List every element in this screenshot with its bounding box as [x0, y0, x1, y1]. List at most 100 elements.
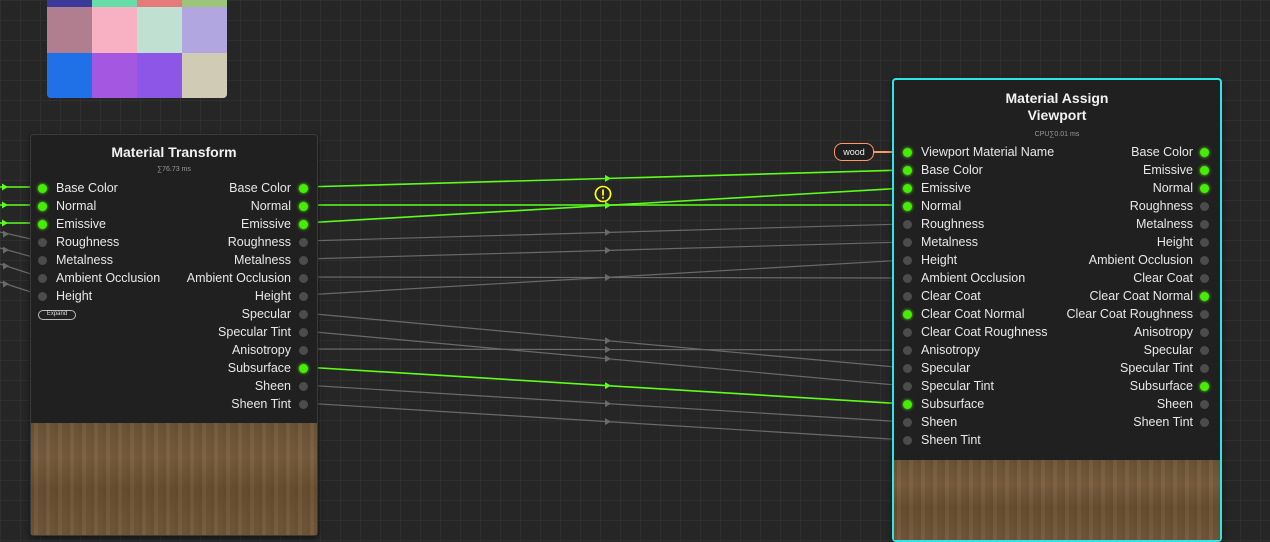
input-port-normal[interactable] [903, 202, 912, 211]
output-label-sheen-tint: Sheen Tint [231, 397, 291, 411]
input-port-roughness[interactable] [38, 238, 47, 247]
output-port-specular[interactable] [1200, 346, 1209, 355]
output-port-height[interactable] [1200, 238, 1209, 247]
input-port-metalness[interactable] [38, 256, 47, 265]
input-port-sheen-tint[interactable] [903, 436, 912, 445]
palette-swatch-7[interactable] [137, 7, 182, 53]
incoming-gray-arrow-2 [3, 246, 9, 254]
input-port-metalness[interactable] [903, 238, 912, 247]
wire-ambient-occlusion[interactable] [303, 276, 907, 279]
output-label-clear-coat-roughness: Clear Coat Roughness [1066, 307, 1193, 321]
output-port-ambient-occlusion[interactable] [299, 274, 308, 283]
output-label-normal: Normal [250, 199, 291, 213]
wire-specular-tint[interactable] [303, 330, 907, 387]
wire-anisotropy[interactable] [303, 348, 907, 351]
input-port-emissive[interactable] [38, 220, 47, 229]
input-label-clear-coat: Clear Coat [921, 289, 981, 303]
output-port-sheen-tint[interactable] [1200, 418, 1209, 427]
palette-swatch-1[interactable] [47, 0, 92, 7]
palette-swatch-2[interactable] [92, 0, 137, 7]
input-port-normal[interactable] [38, 202, 47, 211]
wood-material-name-tag[interactable]: wood [834, 143, 874, 161]
output-port-specular-tint[interactable] [299, 328, 308, 337]
material-assign-viewport-node[interactable]: Material Assign Viewport CPU∑0.01 ms Vie… [892, 78, 1222, 542]
output-port-height[interactable] [299, 292, 308, 301]
input-label-metalness: Metalness [921, 235, 978, 249]
input-port-clear-coat-roughness[interactable] [903, 328, 912, 337]
output-label-subsurface: Subsurface [227, 361, 291, 375]
expand-button[interactable]: Expand [38, 310, 76, 320]
output-port-normal[interactable] [1200, 184, 1209, 193]
wire-subsurface[interactable] [303, 366, 907, 405]
material-assign-title-line2: Viewport [1027, 107, 1087, 123]
input-port-specular-tint[interactable] [903, 382, 912, 391]
palette-swatch-10[interactable] [92, 53, 137, 98]
input-port-specular[interactable] [903, 364, 912, 373]
output-port-sheen[interactable] [1200, 400, 1209, 409]
input-port-height[interactable] [38, 292, 47, 301]
palette-swatch-4[interactable] [182, 0, 227, 7]
input-label-emissive: Emissive [921, 181, 972, 195]
input-port-base-color[interactable] [38, 184, 47, 193]
output-port-emissive[interactable] [299, 220, 308, 229]
output-port-clear-coat[interactable] [1200, 274, 1209, 283]
output-port-base-color[interactable] [1200, 148, 1209, 157]
wire-roughness[interactable] [303, 223, 907, 242]
output-port-subsurface[interactable] [299, 364, 308, 373]
input-port-base-color[interactable] [903, 166, 912, 175]
output-port-base-color[interactable] [299, 184, 308, 193]
input-port-sheen[interactable] [903, 418, 912, 427]
wire-sheen[interactable] [303, 384, 907, 423]
output-port-roughness[interactable] [1200, 202, 1209, 211]
wire-sheen-tint[interactable] [303, 402, 907, 441]
input-label-ambient-occlusion: Ambient Occlusion [921, 271, 1026, 285]
input-port-ambient-occlusion[interactable] [903, 274, 912, 283]
palette-swatch-8[interactable] [182, 7, 227, 53]
output-port-emissive[interactable] [1200, 166, 1209, 175]
palette-swatch-9[interactable] [47, 53, 92, 98]
output-label-emissive: Emissive [240, 217, 291, 231]
wire-height[interactable] [303, 259, 907, 296]
output-port-specular-tint[interactable] [1200, 364, 1209, 373]
output-port-sheen[interactable] [299, 382, 308, 391]
palette-swatch-5[interactable] [47, 7, 92, 53]
output-port-specular[interactable] [299, 310, 308, 319]
input-port-subsurface[interactable] [903, 400, 912, 409]
output-label-subsurface: Subsurface [1129, 379, 1193, 393]
palette-swatch-12[interactable] [182, 53, 227, 98]
color-palette-preview[interactable] [47, 0, 227, 98]
output-port-ambient-occlusion[interactable] [1200, 256, 1209, 265]
input-port-viewport-material-name[interactable] [903, 148, 912, 157]
output-port-anisotropy[interactable] [1200, 328, 1209, 337]
output-port-metalness[interactable] [1200, 220, 1209, 229]
input-port-ambient-occlusion[interactable] [38, 274, 47, 283]
output-port-sheen-tint[interactable] [299, 400, 308, 409]
output-port-metalness[interactable] [299, 256, 308, 265]
material-transform-node[interactable]: Material Transform ∑76.73 ms Base Color N… [30, 134, 318, 536]
output-port-clear-coat-normal[interactable] [1200, 292, 1209, 301]
wire-sheen-tint-arrow [605, 418, 611, 426]
output-port-roughness[interactable] [299, 238, 308, 247]
output-port-clear-coat-roughness[interactable] [1200, 310, 1209, 319]
palette-swatch-3[interactable] [137, 0, 182, 7]
output-port-subsurface[interactable] [1200, 382, 1209, 391]
input-label-subsurface: Subsurface [921, 397, 985, 411]
warning-icon[interactable] [594, 185, 612, 203]
input-port-emissive[interactable] [903, 184, 912, 193]
output-port-anisotropy[interactable] [299, 346, 308, 355]
wire-specular[interactable] [303, 312, 907, 369]
input-port-anisotropy[interactable] [903, 346, 912, 355]
wire-metalness[interactable] [303, 241, 907, 260]
input-port-roughness[interactable] [903, 220, 912, 229]
input-port-height[interactable] [903, 256, 912, 265]
palette-swatch-11[interactable] [137, 53, 182, 98]
palette-swatch-6[interactable] [92, 7, 137, 53]
output-port-normal[interactable] [299, 202, 308, 211]
input-label-roughness: Roughness [56, 235, 120, 249]
wire-subsurface-arrow [605, 382, 611, 390]
output-label-sheen: Sheen [1156, 397, 1193, 411]
input-port-clear-coat-normal[interactable] [903, 310, 912, 319]
output-label-height: Height [254, 289, 291, 303]
input-port-clear-coat[interactable] [903, 292, 912, 301]
input-label-height: Height [56, 289, 93, 303]
